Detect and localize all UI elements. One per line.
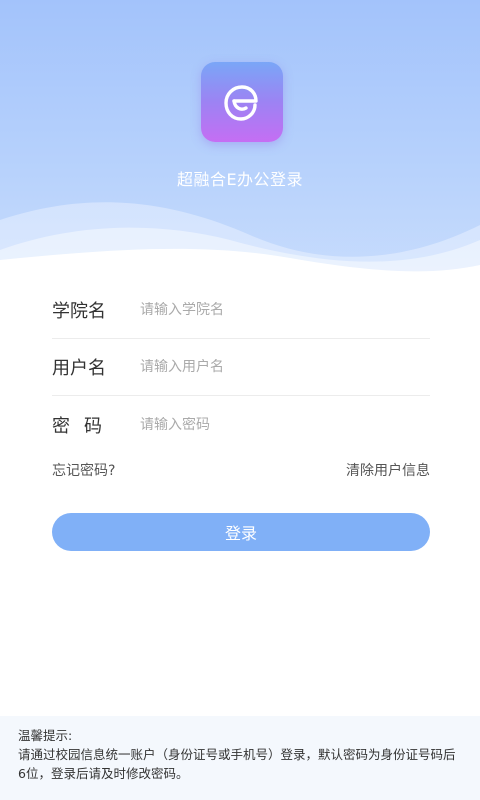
app-title: 超融合E办公登录 xyxy=(176,170,304,189)
login-button[interactable]: 登录 xyxy=(52,513,430,551)
username-label: 用户名 xyxy=(52,358,106,379)
forgot-password-link[interactable]: 忘记密码? xyxy=(52,460,115,480)
e-logo-icon xyxy=(224,85,258,121)
password-row: 密码 xyxy=(52,396,430,453)
college-row: 学院名 xyxy=(52,282,430,339)
wave-decoration xyxy=(0,202,480,290)
username-input[interactable] xyxy=(140,359,430,375)
college-label: 学院名 xyxy=(52,301,106,322)
tips-panel: 温馨提示: 请通过校园信息统一账户（身份证号或手机号）登录，默认密码为身份证号码… xyxy=(0,716,480,800)
username-row: 用户名 xyxy=(52,339,430,396)
header-banner: 超融合E办公登录 xyxy=(0,0,480,290)
clear-user-info-link[interactable]: 清除用户信息 xyxy=(346,460,430,480)
college-input[interactable] xyxy=(140,302,430,318)
login-form: 学院名 用户名 密码 xyxy=(52,282,430,453)
account-links: 忘记密码? 清除用户信息 xyxy=(52,460,430,480)
password-label: 密码 xyxy=(52,415,116,437)
tips-text: 请通过校园信息统一账户（身份证号或手机号）登录，默认密码为身份证号码后6位，登录… xyxy=(18,747,456,781)
tips-title: 温馨提示: xyxy=(18,728,73,743)
password-input[interactable] xyxy=(140,416,430,433)
app-logo xyxy=(201,62,283,142)
login-page: 超融合E办公登录 学院名 用户名 密码 忘记密码? 清除用户信息 登录 温馨提示… xyxy=(0,0,480,800)
